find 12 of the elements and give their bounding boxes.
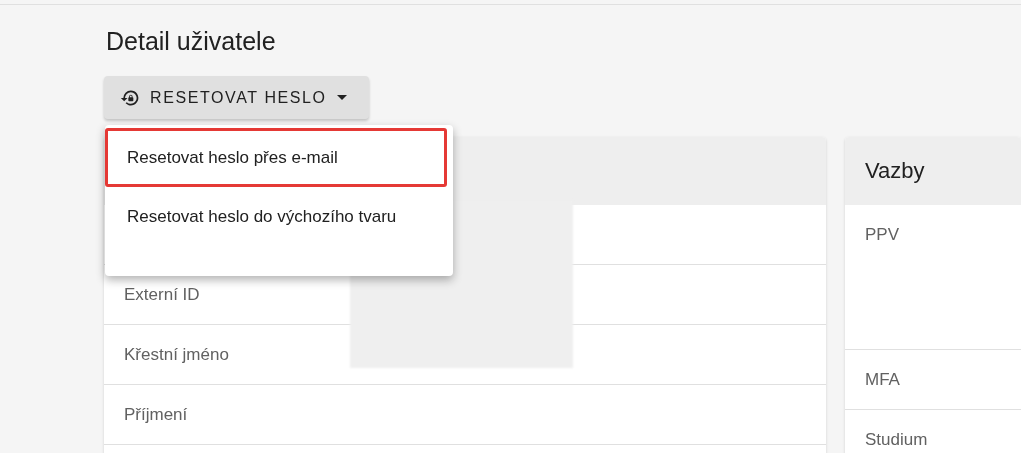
menu-item[interactable]: Resetovat heslo do výchozího tvaru xyxy=(105,187,447,246)
field-label: Příjmení xyxy=(124,404,188,425)
card-title: Vazby xyxy=(865,158,925,184)
field-label: Křestní jméno xyxy=(124,344,229,365)
reset-password-button[interactable]: RESETOVAT HESLO xyxy=(104,76,369,119)
field-label: PPV xyxy=(865,225,900,245)
page-title: Detail uživatele xyxy=(106,26,277,57)
menu-item[interactable]: Resetovat heslo přes e-mail xyxy=(105,128,447,187)
caret-icon xyxy=(336,95,347,100)
field-label: Externí ID xyxy=(124,284,200,305)
field-label: MFA xyxy=(865,369,900,390)
field-label: Studium xyxy=(865,429,928,450)
